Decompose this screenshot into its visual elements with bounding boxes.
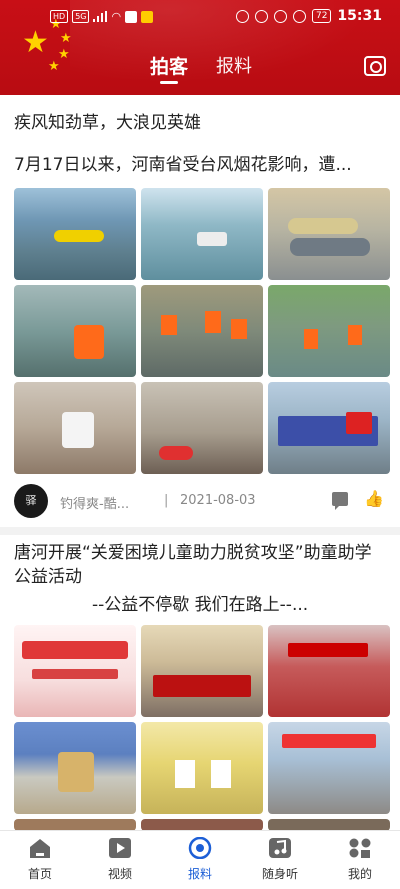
post-meta: 驿 钓得爽-酷... | 2021-08-03 👍 [14,484,386,518]
feed: 疾风知劲草，大浪见英雄 7月17日以来，河南省受台风烟花影响，遭... 驿 钓得… [0,95,400,830]
nav-video[interactable]: 视频 [80,837,160,882]
music-icon [268,837,292,859]
status-bar: HD 5G ◠ 72 15:31 [0,8,400,32]
profile-icon [348,837,372,859]
eye-comfort-icon [254,9,268,23]
post-image-partial[interactable] [14,819,136,830]
post-summary: --公益不停歇 我们在路上--... [92,595,309,615]
nav-listen[interactable]: 随身听 [240,837,320,882]
nav-label: 首页 [27,867,52,881]
alarm-icon [273,9,287,23]
headphones-icon [235,9,249,23]
report-icon [188,836,212,860]
rescuer-with-child-photo[interactable] [14,285,136,377]
nav-label: 我的 [347,867,372,881]
post-title: 疾风知劲草，大浪见英雄 [14,113,201,133]
flooded-street-car-photo[interactable] [141,188,263,280]
nav-label: 视频 [107,867,132,881]
group-photo-volunteers[interactable] [268,625,390,717]
wading-rescuers-photo[interactable] [268,285,390,377]
rescue-boat-crowd-photo[interactable] [141,285,263,377]
post-date: 2021-08-03 [180,493,256,508]
flag-small-star-icon: ★ [60,31,72,46]
speaker-podium-photo[interactable] [14,722,136,814]
supply-truck-photo[interactable] [268,382,390,474]
active-tab-indicator [160,81,178,84]
thumbs-up-icon[interactable]: 👍 [364,490,384,508]
signal-icon [93,11,108,22]
children-with-certificates-photo[interactable] [141,722,263,814]
top-tabs: 拍客 报料 [0,52,400,84]
home-icon [28,837,52,859]
event-banner-photo[interactable] [14,625,136,717]
bottom-navigation: 首页 视频 报料 随身听 我的 [0,830,400,889]
network-badge: 5G [72,10,90,23]
nav-report[interactable]: 报料 [160,836,240,882]
post-image-partial[interactable] [141,819,263,830]
mute-icon [292,9,306,23]
nav-label: 随身听 [261,867,298,881]
tab-baoliao[interactable]: 报料 [216,52,252,78]
battery-indicator: 72 [311,9,332,23]
post-image-partial[interactable] [268,819,390,830]
camera-icon[interactable] [364,56,386,76]
children-group-photo[interactable] [268,722,390,814]
tab-paike[interactable]: 拍客 [150,52,188,79]
nav-profile[interactable]: 我的 [320,837,400,882]
post-summary: 7月17日以来，河南省受台风烟花影响，遭... [14,155,352,175]
volunteers-with-child-photo[interactable] [14,382,136,474]
clock: 15:31 [337,8,382,24]
food-distribution-photo[interactable] [141,382,263,474]
app-header: ★ ★ ★ ★ ★ HD 5G ◠ 72 15:31 拍客 报料 [0,0,400,95]
comment-icon[interactable] [332,492,348,510]
meeting-room-photo[interactable] [141,625,263,717]
meta-separator: | [164,493,169,508]
post-title: 唐河开展“关爱困境儿童助力脱贫攻坚”助童助学公益活动 [14,543,372,587]
app-notification-icon [141,10,154,23]
post-image-grid [14,188,390,474]
video-icon [108,837,132,859]
nav-label: 报料 [187,867,212,881]
rubber-boats-trailer-photo[interactable] [268,188,390,280]
app-notification-icon [125,10,138,23]
flood-rescue-boat-photo[interactable] [14,188,136,280]
author-name[interactable]: 钓得爽-酷... [60,493,129,512]
hd-badge: HD [50,10,69,23]
nav-home[interactable]: 首页 [0,837,80,882]
wifi-icon: ◠ [111,10,122,23]
author-avatar[interactable]: 驿 [14,484,48,518]
post-image-grid [14,625,390,830]
post-divider [0,527,400,535]
